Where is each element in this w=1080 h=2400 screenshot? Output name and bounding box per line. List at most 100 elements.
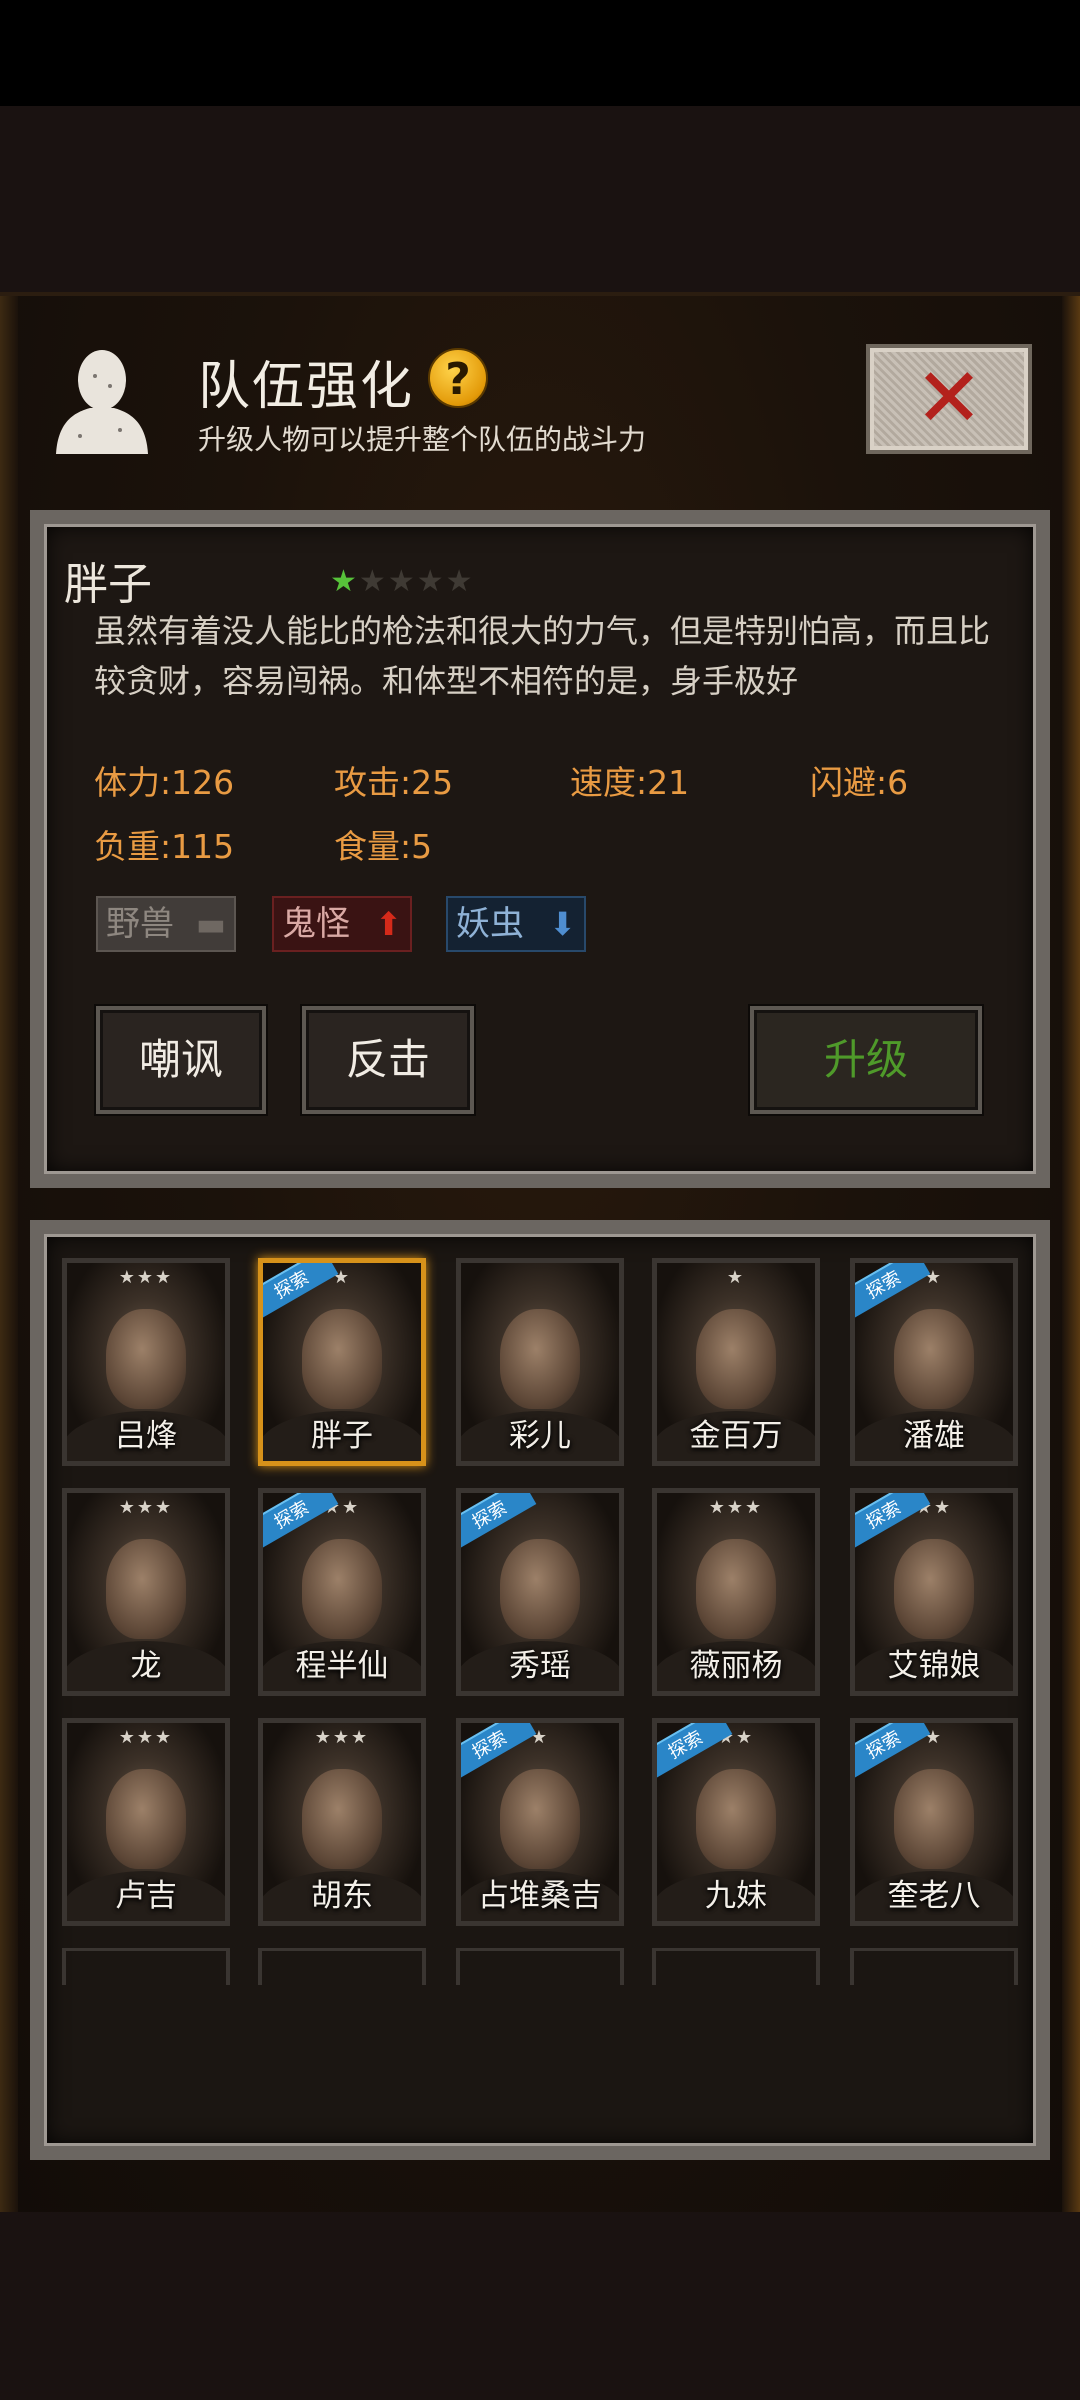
- character-card-name: 占堆桑吉: [478, 1878, 602, 1914]
- character-star-rating: ★★★★★: [330, 564, 475, 599]
- character-name: 胖子: [64, 559, 152, 610]
- stat-attack: 攻击:25: [334, 756, 453, 804]
- character-card[interactable]: ★★ 探索 九妹: [652, 1718, 820, 1926]
- character-card[interactable]: ★★ 探索 艾锦娘: [850, 1488, 1018, 1696]
- stat-value: 5: [411, 827, 433, 866]
- character-card-name: 秀瑶: [509, 1648, 571, 1684]
- character-card[interactable]: ★ 金百万: [652, 1258, 820, 1466]
- tag-label: 鬼怪: [282, 904, 350, 944]
- character-card[interactable]: ★★★ 卢吉: [62, 1718, 230, 1926]
- empty-slot: [62, 1948, 230, 1988]
- portrait-face: [106, 1539, 186, 1639]
- star-empty-icon: ★: [416, 564, 446, 599]
- character-card-name: 薇丽杨: [689, 1648, 783, 1684]
- character-card[interactable]: ★★ 探索 程半仙: [258, 1488, 426, 1696]
- portrait-face: [302, 1309, 382, 1409]
- page-title: 队伍强化: [198, 357, 415, 417]
- star-empty-icon: ★: [358, 564, 388, 599]
- character-card[interactable]: ★ 探索 奎老八: [850, 1718, 1018, 1926]
- tag-ghost: 鬼怪 ⬆: [272, 896, 412, 952]
- character-card-name: 卢吉: [115, 1878, 177, 1914]
- card-star-rating: ★: [726, 1267, 746, 1288]
- star-empty-icon: ★: [445, 564, 475, 599]
- portrait-face: [500, 1769, 580, 1869]
- bottom-backdrop: [0, 2212, 1080, 2400]
- stat-label: 速度:: [570, 763, 648, 802]
- close-x-icon: ✕: [914, 351, 984, 446]
- empty-slot: [652, 1948, 820, 1988]
- arrow-down-icon: ⬇: [549, 905, 576, 943]
- stat-value: 126: [171, 763, 235, 802]
- character-card-name: 奎老八: [887, 1878, 981, 1914]
- character-card[interactable]: ★ 探索 胖子: [258, 1258, 426, 1466]
- character-card[interactable]: ★★★ 龙: [62, 1488, 230, 1696]
- tag-label: 妖虫: [456, 904, 524, 944]
- card-star-rating: ★★★: [118, 1727, 174, 1748]
- character-card-name: 九妹: [705, 1878, 767, 1914]
- tag-beast: 野兽 ▬: [96, 896, 236, 952]
- character-card[interactable]: ★ 探索 占堆桑吉: [456, 1718, 624, 1926]
- character-card-name: 吕烽: [115, 1418, 177, 1454]
- portrait-face: [302, 1769, 382, 1869]
- card-star-rating: ★★★: [708, 1497, 764, 1518]
- close-button[interactable]: ✕: [866, 344, 1032, 454]
- character-card[interactable]: ★★★ 胡东: [258, 1718, 426, 1926]
- portrait-face: [302, 1539, 382, 1639]
- stat-dodge: 闪避:6: [810, 756, 908, 804]
- character-card-name: 程半仙: [295, 1648, 389, 1684]
- stat-label: 食量:: [334, 827, 412, 866]
- character-card[interactable]: ★★★ 薇丽杨: [652, 1488, 820, 1696]
- empty-slot: [850, 1948, 1018, 1988]
- page-subtitle: 升级人物可以提升整个队伍的战斗力: [198, 423, 647, 456]
- status-bar: [0, 0, 1080, 106]
- character-card-name: 龙: [130, 1648, 162, 1684]
- portrait-face: [106, 1769, 186, 1869]
- stat-label: 负重:: [94, 827, 172, 866]
- character-card-name: 潘雄: [903, 1418, 965, 1454]
- portrait-face: [106, 1309, 186, 1409]
- empty-slot: [456, 1948, 624, 1988]
- stat-stamina: 体力:126: [94, 756, 234, 804]
- character-card-name: 彩儿: [509, 1418, 571, 1454]
- stat-label: 攻击:: [334, 763, 412, 802]
- character-description: 虽然有着没人能比的枪法和很大的力气，但是特别怕高，而且比较贪财，容易闯祸。和体型…: [94, 612, 991, 700]
- stat-value: 6: [887, 763, 909, 802]
- portrait-face: [696, 1539, 776, 1639]
- card-star-rating: ★★★: [118, 1267, 174, 1288]
- stat-speed: 速度:21: [570, 756, 689, 804]
- star-filled-icon: ★: [330, 564, 359, 599]
- taunt-button[interactable]: 嘲讽: [96, 1006, 266, 1114]
- portrait-face: [500, 1309, 580, 1409]
- portrait-face: [894, 1769, 974, 1869]
- tag-label: 野兽: [106, 904, 174, 944]
- stat-label: 体力:: [94, 763, 172, 802]
- character-card-name: 胡东: [311, 1878, 373, 1914]
- empty-slot: [258, 1948, 426, 1988]
- character-card[interactable]: 探索 秀瑶: [456, 1488, 624, 1696]
- counter-button[interactable]: 反击: [302, 1006, 474, 1114]
- neutral-dash-icon: ▬: [195, 905, 226, 943]
- character-card[interactable]: ★★★ 吕烽: [62, 1258, 230, 1466]
- portrait-face: [696, 1769, 776, 1869]
- star-empty-icon: ★: [387, 564, 417, 599]
- character-card-name: 艾锦娘: [887, 1648, 981, 1684]
- portrait-face: [500, 1539, 580, 1639]
- tag-insect: 妖虫 ⬇: [446, 896, 586, 952]
- stat-label: 闪避:: [810, 763, 888, 802]
- card-star-rating: ★★★: [118, 1497, 174, 1518]
- stat-value: 25: [411, 763, 454, 802]
- upgrade-button[interactable]: 升级: [750, 1006, 982, 1114]
- portrait-face: [894, 1539, 974, 1639]
- player-silhouette-icon: [56, 350, 148, 454]
- portrait-face: [696, 1309, 776, 1409]
- stat-value: 21: [647, 763, 690, 802]
- character-card[interactable]: ★ 探索 潘雄: [850, 1258, 1018, 1466]
- character-card[interactable]: 彩儿: [456, 1258, 624, 1466]
- stat-value: 115: [171, 827, 235, 866]
- character-card-name: 胖子: [311, 1418, 373, 1454]
- stat-food: 食量:5: [334, 820, 432, 868]
- help-icon[interactable]: ?: [428, 348, 488, 408]
- stat-load: 负重:115: [94, 820, 234, 868]
- portrait-face: [894, 1309, 974, 1409]
- top-backdrop: [0, 106, 1080, 292]
